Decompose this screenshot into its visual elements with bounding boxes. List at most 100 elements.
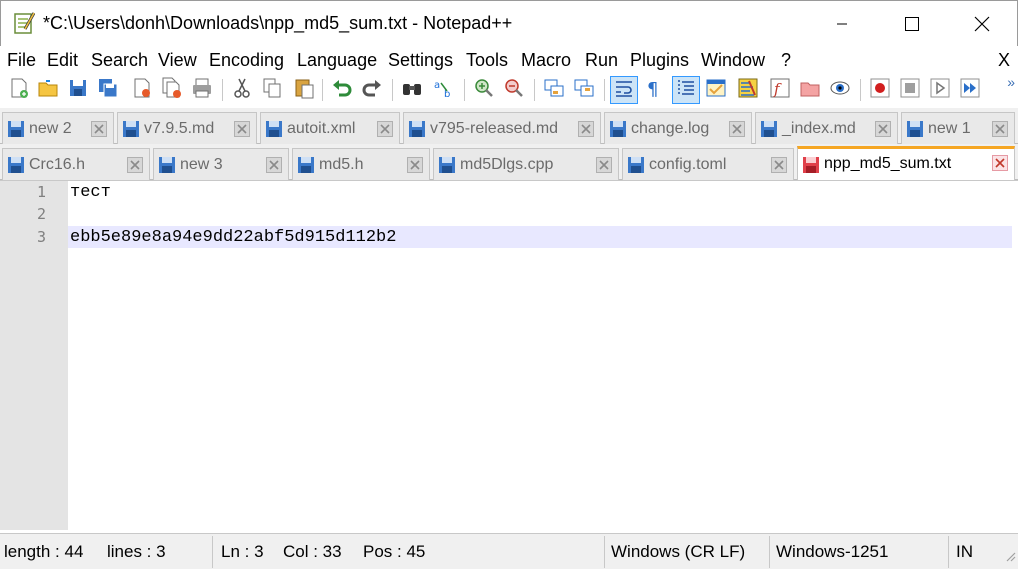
minimize-icon (836, 18, 848, 30)
play-macro-button[interactable] (926, 76, 954, 104)
tab-autoit-xml[interactable]: autoit.xml (260, 112, 400, 144)
tab-bar-row-1: new 2 v7.9.5.md autoit.xml v795-released… (0, 108, 1018, 144)
tab-v795-released-md[interactable]: v795-released.md (403, 112, 601, 144)
tab-new-1[interactable]: new 1 (901, 112, 1015, 144)
copy-button[interactable] (258, 76, 286, 104)
tab-change-log[interactable]: change.log (604, 112, 752, 144)
tab-close-icon[interactable] (992, 121, 1008, 137)
print-button[interactable] (188, 76, 216, 104)
tab-npp-md5-sum-txt[interactable]: npp_md5_sum.txt (797, 146, 1015, 180)
word-wrap-button[interactable] (610, 76, 638, 104)
cut-button[interactable] (228, 76, 256, 104)
menu-edit[interactable]: Edit (47, 50, 78, 71)
save-all-button[interactable] (94, 76, 122, 104)
svg-text:¶: ¶ (647, 79, 658, 99)
new-file-button[interactable] (5, 76, 33, 104)
tab-v7-9-5-md[interactable]: v7.9.5.md (117, 112, 257, 144)
stop-macro-button[interactable] (896, 76, 924, 104)
folder-as-workspace-button[interactable] (796, 76, 824, 104)
sync-horizontal-button[interactable] (570, 76, 598, 104)
close-document-button[interactable]: X (998, 50, 1010, 71)
menu-window[interactable]: Window (701, 50, 765, 71)
tab-md5dlgs-cpp[interactable]: md5Dlgs.cpp (433, 148, 619, 180)
indent-guide-button[interactable] (672, 76, 700, 104)
maximize-button[interactable] (889, 1, 935, 47)
menu-settings[interactable]: Settings (388, 50, 453, 71)
udl-button[interactable] (702, 76, 730, 104)
toolbar-separator (322, 79, 323, 101)
tab-close-icon[interactable] (91, 121, 107, 137)
undo-button[interactable] (328, 76, 356, 104)
status-eol-format[interactable]: Windows (CR LF) (611, 542, 745, 562)
status-insert-mode[interactable]: IN (956, 542, 973, 562)
menu-view[interactable]: View (158, 50, 197, 71)
function-list-button[interactable]: f (766, 76, 794, 104)
close-button[interactable] (128, 76, 156, 104)
tab-close-icon[interactable] (596, 157, 612, 173)
tab-close-icon[interactable] (234, 121, 250, 137)
replace-button[interactable]: ab (430, 76, 458, 104)
replace-icon: ab (433, 77, 455, 104)
toolbar-overflow-chevron-icon[interactable]: » (1007, 74, 1015, 90)
unsaved-file-icon (802, 156, 820, 174)
tab-close-icon[interactable] (127, 157, 143, 173)
tab-close-icon[interactable] (266, 157, 282, 173)
tab-new-3[interactable]: new 3 (153, 148, 289, 180)
menu-plugins[interactable]: Plugins (630, 50, 689, 71)
run-macro-multiple-button[interactable] (956, 76, 984, 104)
menu-encoding[interactable]: Encoding (209, 50, 284, 71)
status-bar: length : 44 lines : 3 Ln : 3 Col : 33 Po… (0, 533, 1018, 569)
tab-close-icon[interactable] (875, 121, 891, 137)
window-title: *C:\Users\donh\Downloads\npp_md5_sum.txt… (43, 13, 513, 33)
save-all-icon (97, 77, 119, 104)
saved-file-icon (408, 120, 426, 138)
menu-help[interactable]: ? (781, 50, 791, 71)
tab-close-icon[interactable] (729, 121, 745, 137)
document-map-button[interactable] (734, 76, 762, 104)
open-file-button[interactable] (34, 76, 62, 104)
toolbar-separator (222, 79, 223, 101)
tab-label: autoit.xml (287, 120, 356, 137)
close-icon (131, 77, 153, 104)
zoom-out-icon (503, 77, 525, 104)
resize-grip-icon[interactable] (1004, 547, 1016, 567)
show-all-chars-icon: ¶ (643, 77, 665, 104)
paste-button[interactable] (290, 76, 318, 104)
redo-button[interactable] (358, 76, 386, 104)
toolbar-separator (604, 79, 605, 101)
text-editor[interactable]: 1 2 3 тест ebb5e89e8a94e9dd22abf5d915d11… (0, 180, 1018, 530)
menu-search[interactable]: Search (91, 50, 148, 71)
monitoring-button[interactable] (826, 76, 854, 104)
menu-language[interactable]: Language (297, 50, 377, 71)
minimize-button[interactable] (819, 1, 865, 47)
doc-map-icon (737, 77, 759, 104)
status-separator (604, 536, 605, 568)
tab-md5-h[interactable]: md5.h (292, 148, 430, 180)
tab-crc16-h[interactable]: Crc16.h (2, 148, 150, 180)
sync-vertical-button[interactable] (540, 76, 568, 104)
tab-close-icon[interactable] (377, 121, 393, 137)
zoom-out-button[interactable] (500, 76, 528, 104)
find-button[interactable] (398, 76, 426, 104)
menu-run[interactable]: Run (585, 50, 618, 71)
menu-file[interactable]: File (7, 50, 36, 71)
save-button[interactable] (64, 76, 92, 104)
tab-config-toml[interactable]: config.toml (622, 148, 794, 180)
close-all-button[interactable] (158, 76, 186, 104)
tab-close-icon[interactable] (578, 121, 594, 137)
show-all-characters-button[interactable]: ¶ (640, 76, 668, 104)
zoom-in-button[interactable] (470, 76, 498, 104)
tab-label: change.log (631, 120, 710, 137)
tab-close-icon[interactable] (771, 157, 787, 173)
close-all-icon (161, 77, 183, 104)
paste-icon (293, 77, 315, 104)
tab-new-2[interactable]: new 2 (2, 112, 114, 144)
tab-index-md[interactable]: _index.md (755, 112, 898, 144)
record-macro-button[interactable] (866, 76, 894, 104)
tab-close-icon[interactable] (992, 155, 1008, 171)
tab-close-icon[interactable] (407, 157, 423, 173)
menu-tools[interactable]: Tools (466, 50, 508, 71)
close-window-button[interactable] (959, 1, 1005, 47)
menu-macro[interactable]: Macro (521, 50, 571, 71)
status-encoding[interactable]: Windows-1251 (776, 542, 888, 562)
